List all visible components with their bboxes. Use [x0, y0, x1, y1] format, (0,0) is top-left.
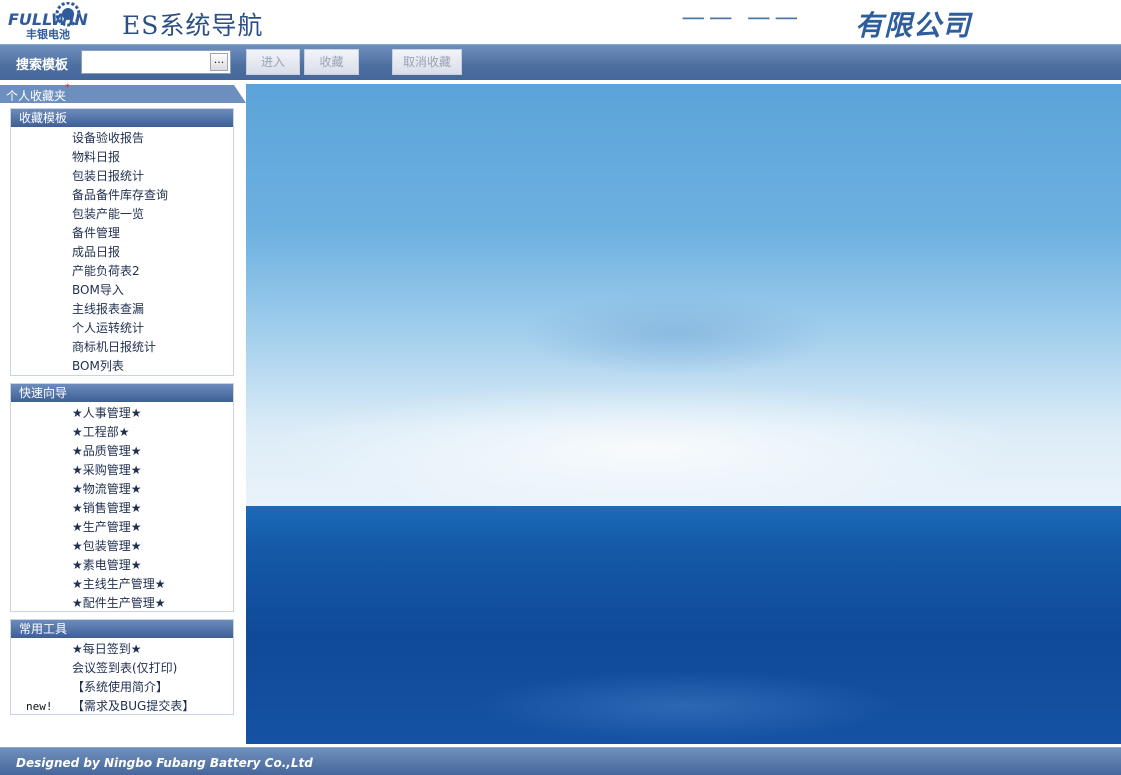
list-item[interactable]: ★销售管理★	[11, 499, 233, 518]
panel-title: 收藏模板	[11, 109, 233, 127]
sidebar-header: 个人收藏夹 *	[0, 83, 246, 103]
browse-button[interactable]: ...	[210, 53, 228, 71]
fullwin-logo: FULLWIN 丰银电池	[8, 2, 89, 40]
logo-text: FULLWIN	[8, 10, 89, 29]
sky-background-image	[246, 84, 1121, 506]
toolbar: 搜索模板 ... 进入 收藏 取消收藏	[0, 44, 1121, 80]
list-item[interactable]: BOM导入	[11, 281, 233, 300]
sea-background-image	[246, 506, 1121, 744]
list-item[interactable]: 商标机日报统计	[11, 338, 233, 357]
list-item-with-new-tag[interactable]: new! 【需求及BUG提交表】	[11, 697, 233, 716]
company-name-obscured: ▬▬ ▬▬ ▬▬	[680, 4, 801, 37]
list-item[interactable]: 会议签到表(仅打印)	[11, 659, 233, 678]
list-item[interactable]: 产能负荷表2	[11, 262, 233, 281]
list-item[interactable]: ★工程部★	[11, 423, 233, 442]
list-item[interactable]: 个人运转统计	[11, 319, 233, 338]
footer-credit: Designed by Ningbo Fubang Battery Co.,Lt…	[16, 756, 313, 770]
list-item[interactable]: ★配件生产管理★	[11, 594, 233, 613]
list-item[interactable]: ★采购管理★	[11, 461, 233, 480]
panel-common-tools: 常用工具 ★每日签到★ 会议签到表(仅打印) 【系统使用简介】 new! 【需求及…	[10, 619, 234, 715]
list-item[interactable]: 备件管理	[11, 224, 233, 243]
list-item[interactable]: ★人事管理★	[11, 404, 233, 423]
enter-button[interactable]: 进入	[246, 49, 300, 75]
list-item[interactable]: 成品日报	[11, 243, 233, 262]
new-badge: new!	[26, 700, 53, 713]
list-item[interactable]: ★生产管理★	[11, 518, 233, 537]
list-item[interactable]: 【系统使用简介】	[11, 678, 233, 697]
quick-guide-list: ★人事管理★ ★工程部★ ★品质管理★ ★采购管理★ ★物流管理★ ★销售管理★…	[11, 402, 233, 613]
panel-title: 快速向导	[11, 384, 233, 402]
list-item[interactable]: ★物流管理★	[11, 480, 233, 499]
list-item[interactable]: 包装日报统计	[11, 167, 233, 186]
list-item[interactable]: ★包装管理★	[11, 537, 233, 556]
panel-favorite-templates: 收藏模板 设备验收报告 物料日报 包装日报统计 备品备件库存查询 包装产能一览 …	[10, 108, 234, 376]
common-tools-list: ★每日签到★ 会议签到表(仅打印) 【系统使用简介】 new! 【需求及BUG提交…	[11, 638, 233, 716]
company-name-visible: 有限公司	[855, 9, 972, 42]
logo-subtext: 丰银电池	[26, 27, 70, 40]
search-label: 搜索模板	[16, 58, 69, 73]
sidebar-header-label: 个人收藏夹	[6, 89, 67, 103]
list-item-label: 【需求及BUG提交表】	[72, 699, 195, 713]
favorite-templates-list: 设备验收报告 物料日报 包装日报统计 备品备件库存查询 包装产能一览 备件管理 …	[11, 127, 233, 376]
list-item[interactable]: 主线报表查漏	[11, 300, 233, 319]
panel-quick-guide: 快速向导 ★人事管理★ ★工程部★ ★品质管理★ ★采购管理★ ★物流管理★ ★…	[10, 383, 234, 612]
list-item[interactable]: ★主线生产管理★	[11, 575, 233, 594]
app-title: ES系统导航	[122, 11, 264, 40]
company-name: ▬▬ ▬▬ ▬▬ 有限公司	[680, 4, 971, 44]
main-content-frame	[246, 84, 1121, 744]
favorite-button[interactable]: 收藏	[304, 49, 359, 75]
search-input[interactable]	[84, 53, 210, 71]
sidebar-header-mark: *	[65, 83, 70, 93]
list-item[interactable]: 包装产能一览	[11, 205, 233, 224]
list-item[interactable]: ★品质管理★	[11, 442, 233, 461]
panel-title: 常用工具	[11, 620, 233, 638]
list-item[interactable]: 设备验收报告	[11, 129, 233, 148]
search-box: ...	[81, 50, 231, 74]
list-item[interactable]: 物料日报	[11, 148, 233, 167]
unfavorite-button[interactable]: 取消收藏	[392, 49, 462, 75]
list-item[interactable]: ★素电管理★	[11, 556, 233, 575]
list-item[interactable]: ★每日签到★	[11, 640, 233, 659]
list-item[interactable]: 备品备件库存查询	[11, 186, 233, 205]
list-item[interactable]: BOM列表	[11, 357, 233, 376]
footer: Designed by Ningbo Fubang Battery Co.,Lt…	[0, 747, 1121, 775]
header: FULLWIN 丰银电池 ES系统导航 ▬▬ ▬▬ ▬▬ 有限公司	[0, 0, 1121, 44]
